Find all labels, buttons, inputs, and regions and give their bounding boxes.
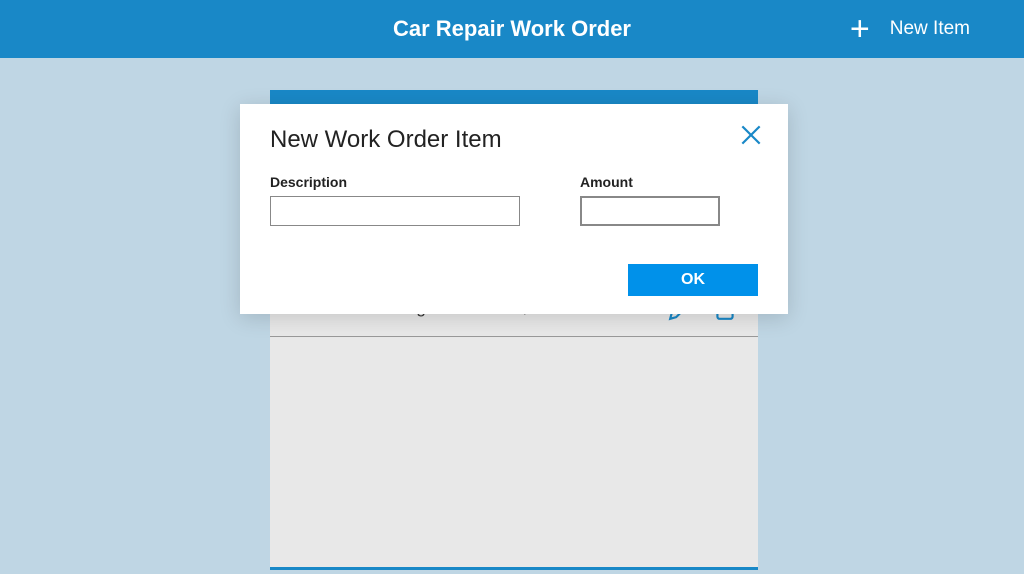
description-field: Description	[270, 174, 520, 226]
close-icon	[738, 122, 764, 148]
plus-icon: +	[850, 12, 870, 46]
description-input[interactable]	[270, 196, 520, 226]
modal-title: New Work Order Item	[270, 126, 758, 154]
form-fields: Description Amount	[270, 174, 758, 226]
new-item-modal: New Work Order Item Description Amount O…	[240, 104, 788, 314]
app-header: Car Repair Work Order + New Item	[0, 0, 1024, 58]
ok-button[interactable]: OK	[628, 264, 758, 296]
page-title: Car Repair Work Order	[393, 16, 631, 42]
close-button[interactable]	[738, 122, 764, 153]
new-item-button[interactable]: + New Item	[850, 12, 970, 46]
amount-label: Amount	[580, 174, 720, 190]
new-item-label: New Item	[890, 18, 970, 40]
amount-field: Amount	[580, 174, 720, 226]
panel-header-bar	[270, 90, 758, 105]
amount-input[interactable]	[580, 196, 720, 226]
description-label: Description	[270, 174, 520, 190]
